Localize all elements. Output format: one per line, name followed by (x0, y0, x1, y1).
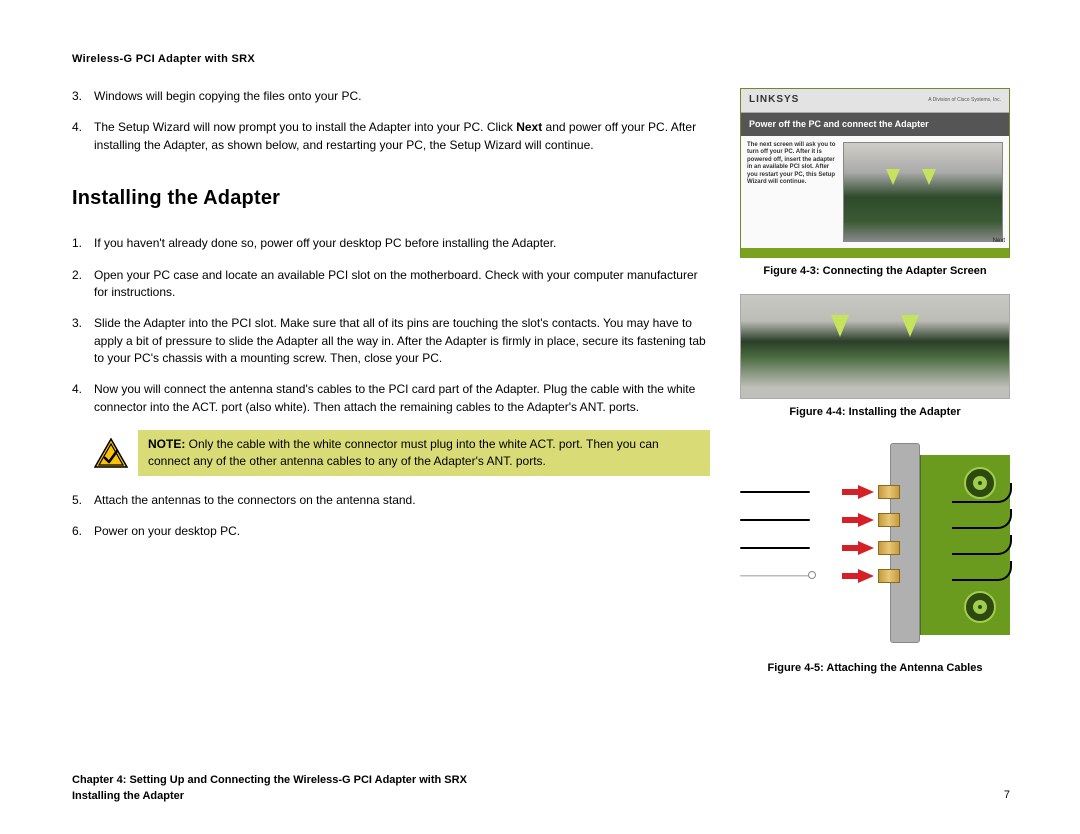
step-text: Now you will connect the antenna stand's… (94, 381, 710, 416)
red-arrow-icon (858, 569, 874, 583)
note-box: NOTE: Only the cable with the white conn… (94, 430, 710, 476)
brand-logo: LINKSYS (749, 93, 799, 108)
wizard-instructions: The next screen will ask you to turn off… (747, 142, 837, 242)
main-column: 3. Windows will begin copying the files … (72, 88, 710, 763)
step-number: 2. (72, 267, 94, 302)
step-text-bold: Next (516, 120, 542, 134)
antenna-cable (740, 491, 810, 493)
step-text: Attach the antennas to the connectors on… (94, 492, 710, 509)
intro-steps: 3. Windows will begin copying the files … (72, 88, 710, 154)
install-steps: 1. If you haven't already done so, power… (72, 235, 710, 416)
sma-connector (878, 541, 900, 555)
mounting-hole (964, 591, 996, 623)
board-cable (952, 483, 1012, 503)
step-number: 3. (72, 88, 94, 105)
step-2: 2. Open your PC case and locate an avail… (72, 267, 710, 302)
note-body: Only the cable with the white connector … (148, 437, 659, 468)
doc-header: Wireless-G PCI Adapter with SRX (72, 52, 1010, 68)
section-line: Installing the Adapter (72, 789, 467, 804)
step-text: Power on your desktop PC. (94, 523, 710, 540)
chapter-line: Chapter 4: Setting Up and Connecting the… (72, 773, 467, 788)
antenna-cables-figure (740, 435, 1010, 655)
post-steps: 5. Attach the antennas to the connectors… (72, 492, 710, 541)
step-text: If you haven't already done so, power of… (94, 235, 710, 252)
step-number: 4. (72, 119, 94, 154)
section-title: Installing the Adapter (72, 184, 710, 213)
board-cable (952, 561, 1012, 581)
arrow-icon (886, 169, 900, 185)
figure-caption-4: Figure 4-4: Installing the Adapter (740, 405, 1010, 421)
step-text: Slide the Adapter into the PCI slot. Mak… (94, 315, 710, 367)
board-cable (952, 535, 1012, 555)
wizard-next-label: Next (993, 237, 1005, 246)
sma-connector (878, 485, 900, 499)
brand-subtitle: A Division of Cisco Systems, Inc. (928, 97, 1001, 104)
red-arrow-icon (858, 485, 874, 499)
page-footer: Chapter 4: Setting Up and Connecting the… (72, 763, 1010, 804)
board-cable (952, 509, 1012, 529)
step-text: Open your PC case and locate an availabl… (94, 267, 710, 302)
pci-install-photo (740, 294, 1010, 399)
arrow-icon (922, 169, 936, 185)
warning-icon (94, 438, 128, 468)
arrow-icon (831, 315, 849, 337)
step-text: The Setup Wizard will now prompt you to … (94, 119, 710, 154)
step-text-part: The Setup Wizard will now prompt you to … (94, 120, 516, 134)
note-text: NOTE: Only the cable with the white conn… (138, 430, 710, 476)
red-arrow-icon (858, 541, 874, 555)
red-arrow-icon (858, 513, 874, 527)
antenna-cable-white (740, 575, 810, 577)
footer-left: Chapter 4: Setting Up and Connecting the… (72, 773, 467, 804)
step-number: 1. (72, 235, 94, 252)
antenna-cable (740, 547, 810, 549)
step-text: Windows will begin copying the files ont… (94, 88, 710, 105)
step-3: 3. Windows will begin copying the files … (72, 88, 710, 105)
wizard-photo (843, 142, 1003, 242)
wizard-screenshot: LINKSYS A Division of Cisco Systems, Inc… (740, 88, 1010, 258)
step-1: 1. If you haven't already done so, power… (72, 235, 710, 252)
antenna-cable (740, 519, 810, 521)
step-number: 6. (72, 523, 94, 540)
step-6: 6. Power on your desktop PC. (72, 523, 710, 540)
note-label: NOTE: (148, 437, 185, 451)
sma-connector (878, 513, 900, 527)
step-4b: 4. Now you will connect the antenna stan… (72, 381, 710, 416)
cable-tip (808, 571, 816, 579)
wizard-body: The next screen will ask you to turn off… (741, 136, 1009, 248)
step-5: 5. Attach the antennas to the connectors… (72, 492, 710, 509)
page-number: 7 (990, 788, 1010, 804)
side-column: LINKSYS A Division of Cisco Systems, Inc… (740, 88, 1010, 763)
step-number: 4. (72, 381, 94, 416)
wizard-step-title: Power off the PC and connect the Adapter (741, 113, 1009, 136)
step-number: 3. (72, 315, 94, 367)
wizard-logo-bar: LINKSYS A Division of Cisco Systems, Inc… (741, 89, 1009, 113)
step-4: 4. The Setup Wizard will now prompt you … (72, 119, 710, 154)
sma-connector (878, 569, 900, 583)
figure-caption-3: Figure 4-3: Connecting the Adapter Scree… (740, 264, 1010, 280)
figure-caption-5: Figure 4-5: Attaching the Antenna Cables (740, 661, 1010, 677)
arrow-icon (901, 315, 919, 337)
step-number: 5. (72, 492, 94, 509)
step-3b: 3. Slide the Adapter into the PCI slot. … (72, 315, 710, 367)
